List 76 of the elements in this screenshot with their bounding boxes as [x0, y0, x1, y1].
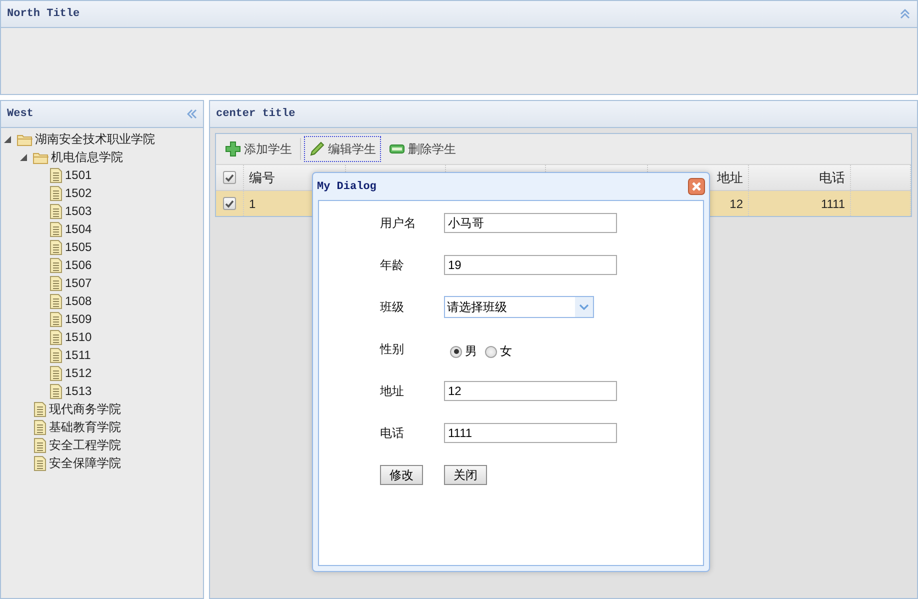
tree-item[interactable]: 1503 [65, 204, 92, 218]
document-icon [49, 240, 63, 254]
radio-label: 男 [465, 343, 477, 360]
toolbar-button[interactable]: 删除学生 [384, 136, 461, 162]
expanded-toggle-icon[interactable] [20, 154, 27, 160]
row-checkbox[interactable] [223, 197, 236, 210]
radio-button[interactable] [450, 346, 462, 358]
tree-item[interactable]: 1504 [65, 222, 92, 236]
tree-item[interactable]: 湖南安全技术职业学院 [35, 130, 155, 148]
dialog-title: My Dialog [317, 180, 376, 192]
document-icon [49, 258, 63, 272]
document-icon [33, 456, 47, 470]
field-label: 年龄 [380, 256, 405, 274]
document-icon [49, 204, 63, 218]
tree-item[interactable]: 1505 [65, 240, 92, 254]
tree-item[interactable]: 安全保障学院 [49, 454, 121, 472]
dropdown[interactable]: 请选择班级 [444, 296, 594, 318]
document-icon [49, 186, 63, 200]
input-field[interactable]: 小马哥 [444, 213, 617, 233]
tree-item[interactable]: 1507 [65, 276, 92, 290]
radio-label: 女 [500, 343, 512, 360]
close-icon[interactable] [688, 178, 705, 195]
column-header[interactable]: 编号 [249, 168, 275, 186]
document-icon [49, 222, 63, 236]
document-icon [49, 366, 63, 380]
table-cell: 1 [249, 196, 256, 210]
document-icon [49, 384, 63, 398]
panel-title: North Title [7, 8, 80, 20]
document-icon [49, 294, 63, 308]
tree-item[interactable]: 基础教育学院 [49, 418, 121, 436]
tree-item[interactable]: 1513 [65, 384, 92, 398]
document-icon [33, 438, 47, 452]
toolbar-button[interactable]: 编辑学生 [304, 136, 381, 162]
tree-item[interactable]: 现代商务学院 [49, 400, 121, 418]
panel-title: West [7, 108, 34, 120]
document-icon [49, 168, 63, 182]
document-icon [33, 402, 47, 416]
toolbar-button[interactable]: 添加学生 [220, 136, 297, 162]
document-icon [49, 330, 63, 344]
document-icon [33, 420, 47, 434]
field-label: 性别 [380, 340, 405, 358]
tree-item[interactable]: 安全工程学院 [49, 436, 121, 454]
field-label: 班级 [380, 298, 405, 316]
field-label: 用户名 [380, 214, 417, 232]
table-cell: 1111 [820, 196, 845, 210]
tree-item[interactable]: 1510 [65, 330, 92, 344]
column-header[interactable]: 地址 [717, 168, 743, 186]
input-field[interactable]: 1111 [444, 423, 617, 443]
panel-title: center title [216, 108, 296, 120]
tree-item[interactable]: 1509 [65, 312, 92, 326]
field-label: 电话 [380, 424, 405, 442]
dialog-button[interactable]: 修改 [380, 465, 423, 485]
folder-icon [33, 150, 49, 164]
input-field[interactable]: 12 [444, 381, 617, 401]
select-all-checkbox[interactable] [223, 171, 236, 184]
table-cell: 12 [730, 196, 743, 210]
document-icon [49, 348, 63, 362]
minus-icon [389, 143, 405, 155]
tree-item[interactable]: 1512 [65, 366, 92, 380]
tree-item[interactable]: 1508 [65, 294, 92, 308]
tree-item[interactable]: 1506 [65, 258, 92, 272]
field-label: 地址 [380, 382, 405, 400]
tree-item[interactable]: 机电信息学院 [51, 148, 123, 166]
column-header[interactable]: 电话 [819, 168, 845, 186]
document-icon [49, 312, 63, 326]
input-field[interactable]: 19 [444, 255, 617, 275]
tree-item[interactable]: 1501 [65, 168, 92, 182]
radio-button[interactable] [485, 346, 497, 358]
tree-item[interactable]: 1502 [65, 186, 92, 200]
expanded-toggle-icon[interactable] [4, 136, 11, 142]
tree-item[interactable]: 1511 [65, 348, 91, 362]
pencil-icon [309, 141, 325, 157]
plus-icon [225, 141, 241, 157]
document-icon [49, 276, 63, 290]
folder-icon [17, 132, 33, 146]
dialog-button[interactable]: 关闭 [444, 465, 487, 485]
